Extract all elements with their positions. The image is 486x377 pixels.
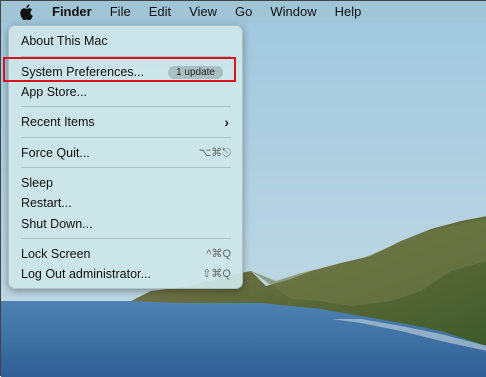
menu-item-restart[interactable]: Restart... <box>21 193 231 213</box>
menu-separator <box>21 106 231 107</box>
menu-item-sleep[interactable]: Sleep <box>21 173 231 193</box>
force-quit-shortcut: ⌥⌘⎋ <box>198 147 231 159</box>
menu-separator <box>21 238 231 239</box>
menubar-app-finder[interactable]: Finder <box>43 1 101 23</box>
menu-item-label: Sleep <box>21 176 53 190</box>
chevron-right-icon: › <box>224 114 229 130</box>
menu-item-label: Lock Screen <box>21 247 91 261</box>
menu-separator <box>21 137 231 138</box>
menu-bar: Finder File Edit View Go Window Help <box>1 1 486 23</box>
menu-separator <box>21 167 231 168</box>
menu-item-recent-items[interactable]: Recent Items › <box>21 112 231 132</box>
menubar-help[interactable]: Help <box>326 1 371 23</box>
menu-item-label: Log Out administrator... <box>21 267 151 281</box>
apple-logo-icon[interactable] <box>19 4 35 20</box>
menubar-edit[interactable]: Edit <box>140 1 180 23</box>
menu-item-lock-screen[interactable]: Lock Screen ^⌘Q <box>21 244 231 264</box>
log-out-shortcut: ⇧⌘Q <box>202 268 231 280</box>
menu-item-label: Force Quit... <box>21 146 90 160</box>
lock-screen-shortcut: ^⌘Q <box>206 248 231 260</box>
menu-item-app-store[interactable]: App Store... <box>21 82 231 102</box>
menu-item-label: Recent Items <box>21 115 95 129</box>
menubar-file[interactable]: File <box>101 1 140 23</box>
menu-item-about-this-mac[interactable]: About This Mac <box>21 31 231 51</box>
annotation-highlight-box <box>3 57 236 82</box>
menubar-window[interactable]: Window <box>261 1 325 23</box>
menu-item-log-out[interactable]: Log Out administrator... ⇧⌘Q <box>21 264 231 284</box>
menu-item-label: Shut Down... <box>21 217 93 231</box>
menu-item-shut-down[interactable]: Shut Down... <box>21 214 231 234</box>
menubar-go[interactable]: Go <box>226 1 261 23</box>
menu-item-label: About This Mac <box>21 34 108 48</box>
menu-item-force-quit[interactable]: Force Quit... ⌥⌘⎋ <box>21 143 231 163</box>
menu-item-label: App Store... <box>21 85 88 99</box>
menu-item-label: Restart... <box>21 196 72 210</box>
menubar-view[interactable]: View <box>180 1 226 23</box>
